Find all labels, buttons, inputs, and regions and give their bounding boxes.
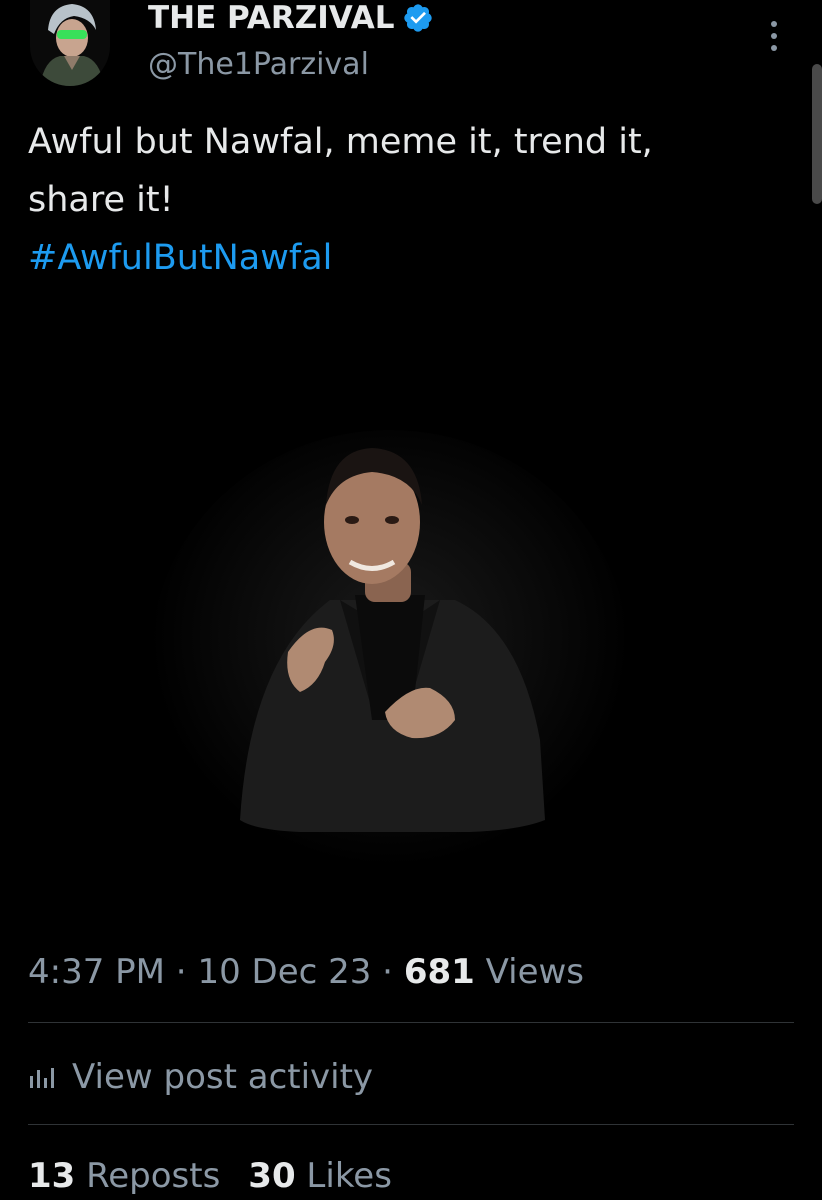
author-name-text: THE PARZIVAL [148, 0, 395, 36]
likes-count: 30 [248, 1156, 296, 1196]
tweet-meta: 4:37 PM · 10 Dec 23 · 681 Views [28, 950, 584, 994]
scrollbar[interactable] [812, 64, 822, 204]
hashtag-link[interactable]: #AwfulButNawfal [28, 229, 768, 287]
verified-badge-icon [404, 4, 433, 32]
meta-separator: · [371, 952, 404, 992]
tweet-media-image[interactable] [0, 300, 822, 930]
views-count: 681 [403, 952, 475, 992]
more-options-icon[interactable] [762, 18, 786, 58]
view-post-activity-label: View post activity [72, 1057, 374, 1097]
tweet-text: Awful but Nawfal, meme it, trend it, sha… [28, 113, 768, 287]
divider [28, 1124, 794, 1125]
meta-separator: · [165, 952, 198, 992]
tweet-time[interactable]: 4:37 PM [28, 952, 165, 992]
author-handle[interactable]: @The1Parzival [148, 45, 369, 85]
tweet-text-line-1: Awful but Nawfal, meme it, trend it, [28, 122, 653, 162]
author-display-name[interactable]: THE PARZIVAL [148, 0, 434, 36]
likes-link[interactable]: 30 Likes [248, 1156, 392, 1196]
avatar-image [30, 0, 110, 86]
avatar[interactable] [30, 0, 110, 86]
views-label: Views [474, 952, 585, 992]
divider [28, 1022, 794, 1023]
reposts-label: Reposts [75, 1156, 221, 1196]
analytics-icon [30, 1068, 54, 1088]
engagement-stats: 13 Reposts 30 Likes [28, 1152, 392, 1200]
tweet-text-line-2: share it! [28, 180, 174, 220]
likes-label: Likes [295, 1156, 392, 1196]
tweet-date[interactable]: 10 Dec 23 [197, 952, 371, 992]
reposts-link[interactable]: 13 Reposts [28, 1156, 220, 1196]
view-post-activity-link[interactable]: View post activity [28, 1052, 373, 1102]
reposts-count: 13 [28, 1156, 76, 1196]
